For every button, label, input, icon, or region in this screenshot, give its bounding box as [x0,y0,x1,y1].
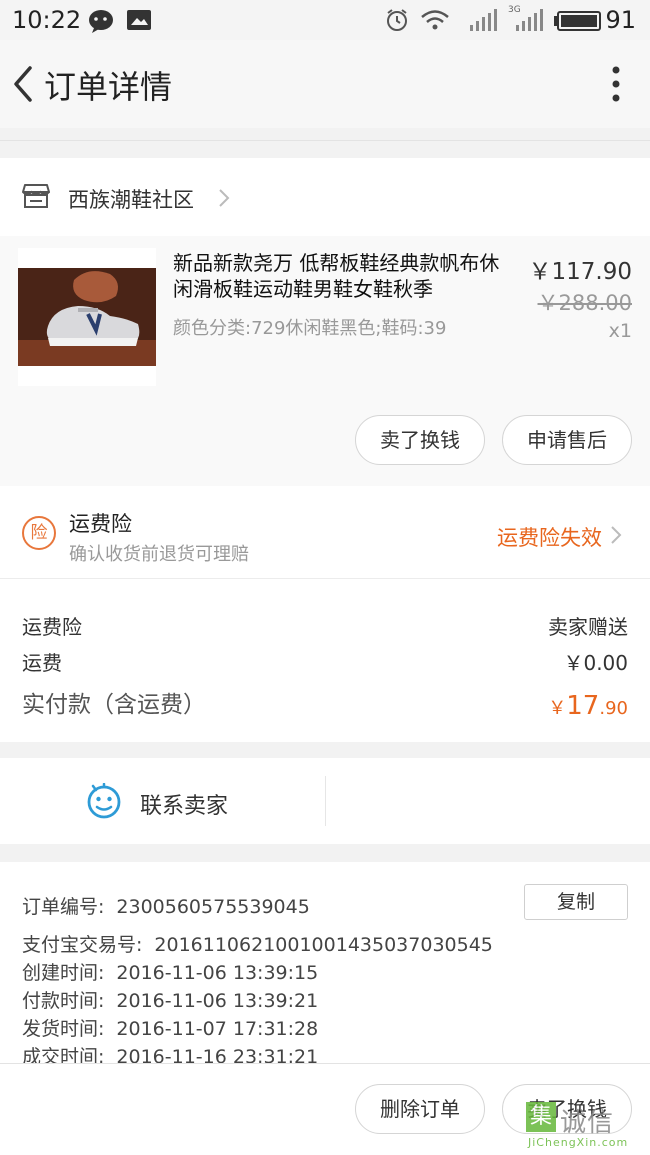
status-time: 10:22 [12,6,82,34]
total-amount: ￥17.90 [548,691,628,721]
info-key: 支付宝交易号: [22,934,143,956]
back-icon[interactable] [6,62,42,106]
cost-label: 运费 [22,651,62,675]
battery-icon [554,11,601,31]
divider [0,140,650,141]
product-thumbnail[interactable] [18,248,156,386]
battery-percent: 91 [605,6,636,34]
contact-seller-bar: 联系卖家 [0,758,650,844]
watermark-text: 诚信 [560,1108,615,1138]
cost-row-insurance: 运费险 卖家赠送 [22,611,628,640]
insurance-badge-icon: 险 [22,516,56,550]
info-value: 2016-11-07 17:31:28 [116,1018,319,1040]
contact-seller-button[interactable]: 联系卖家 [140,788,228,820]
chevron-right-icon [611,526,622,544]
info-key: 发货时间: [22,1018,105,1040]
image-notification-icon [127,10,151,30]
insurance-subtitle: 确认收货前退货可理赔 [69,544,249,565]
info-value: 2016-11-06 13:39:15 [116,962,319,984]
product-quantity: x1 [608,320,632,342]
signal-icon [470,9,497,31]
cost-summary: 运费险 卖家赠送 运费 ￥0.00 实付款（含运费） ￥17.90 [0,579,650,742]
delete-order-button[interactable]: 删除订单 [355,1084,485,1134]
copy-button[interactable]: 复制 [524,884,628,920]
total-paid-row: 实付款（含运费） ￥17.90 [22,685,628,721]
total-decimal: .90 [599,698,628,719]
watermark-url: JiChengXin.com [528,1136,629,1149]
info-value: 2016110621001001435037030545 [154,934,493,956]
chat-bubble-icon[interactable] [86,783,122,819]
alarm-icon [387,9,407,31]
page-title: 订单详情 [44,68,173,106]
watermark-logo: 集 诚信 JiChengXin.com [526,1100,644,1152]
sell-button[interactable]: 卖了换钱 [355,415,485,465]
info-key: 创建时间: [22,962,105,984]
product-sku: 颜色分类:729休闲鞋黑色;鞋码:39 [173,318,447,339]
paid-time-line: 付款时间: 2016-11-06 13:39:21 [22,986,318,1013]
total-label: 实付款（含运费） [22,692,206,718]
info-key: 订单编号: [22,896,105,918]
more-options-icon[interactable] [612,66,620,102]
signal-icon-2 [516,9,543,31]
cost-row-shipping: 运费 ￥0.00 [22,647,628,676]
insurance-title: 运费险 [69,512,132,536]
alipay-number-line: 支付宝交易号: 2016110621001001435037030545 [22,930,493,957]
shoe-image [18,268,156,366]
wifi-icon [421,10,449,30]
product-price: ￥117.90 [528,259,632,285]
cost-label: 运费险 [22,615,82,639]
store-row[interactable]: 西族潮鞋社区 [0,158,650,236]
product-original-price: ￥288.00 [537,291,632,315]
divider [325,776,326,826]
after-sales-button[interactable]: 申请售后 [502,415,632,465]
store-icon [22,184,50,208]
status-bar: 10:22 3G 91 [0,0,650,40]
total-integer: 17 [566,691,600,721]
shipped-time-line: 发货时间: 2016-11-07 17:31:28 [22,1014,318,1041]
chevron-right-icon [219,189,230,207]
info-value: 2016-11-06 13:39:21 [116,990,319,1012]
created-time-line: 创建时间: 2016-11-06 13:39:15 [22,958,318,985]
order-info: 订单编号: 2300560575539045 复制 支付宝交易号: 20161106… [0,862,650,1070]
shipping-insurance-row[interactable]: 险 运费险 确认收货前退货可理赔 运费险失效 [0,486,650,578]
insurance-status[interactable]: 运费险失效 [497,522,602,552]
store-name: 西族潮鞋社区 [68,188,194,212]
info-value: 2300560575539045 [116,896,310,918]
navigation-bar: 订单详情 [0,40,650,128]
product-name[interactable]: 新品新款尧万 低帮板鞋经典款帆布休闲滑板鞋运动鞋男鞋女鞋秋季 [173,250,513,302]
cost-value: ￥0.00 [563,651,628,675]
info-key: 付款时间: [22,990,105,1012]
cost-value: 卖家赠送 [548,615,628,639]
order-number-line: 订单编号: 2300560575539045 [22,892,310,919]
chat-icon [89,10,113,33]
product-card[interactable]: 新品新款尧万 低帮板鞋经典款帆布休闲滑板鞋运动鞋男鞋女鞋秋季 颜色分类:729休… [0,236,650,486]
total-currency: ￥ [548,698,567,719]
watermark-mark: 集 [526,1102,556,1132]
